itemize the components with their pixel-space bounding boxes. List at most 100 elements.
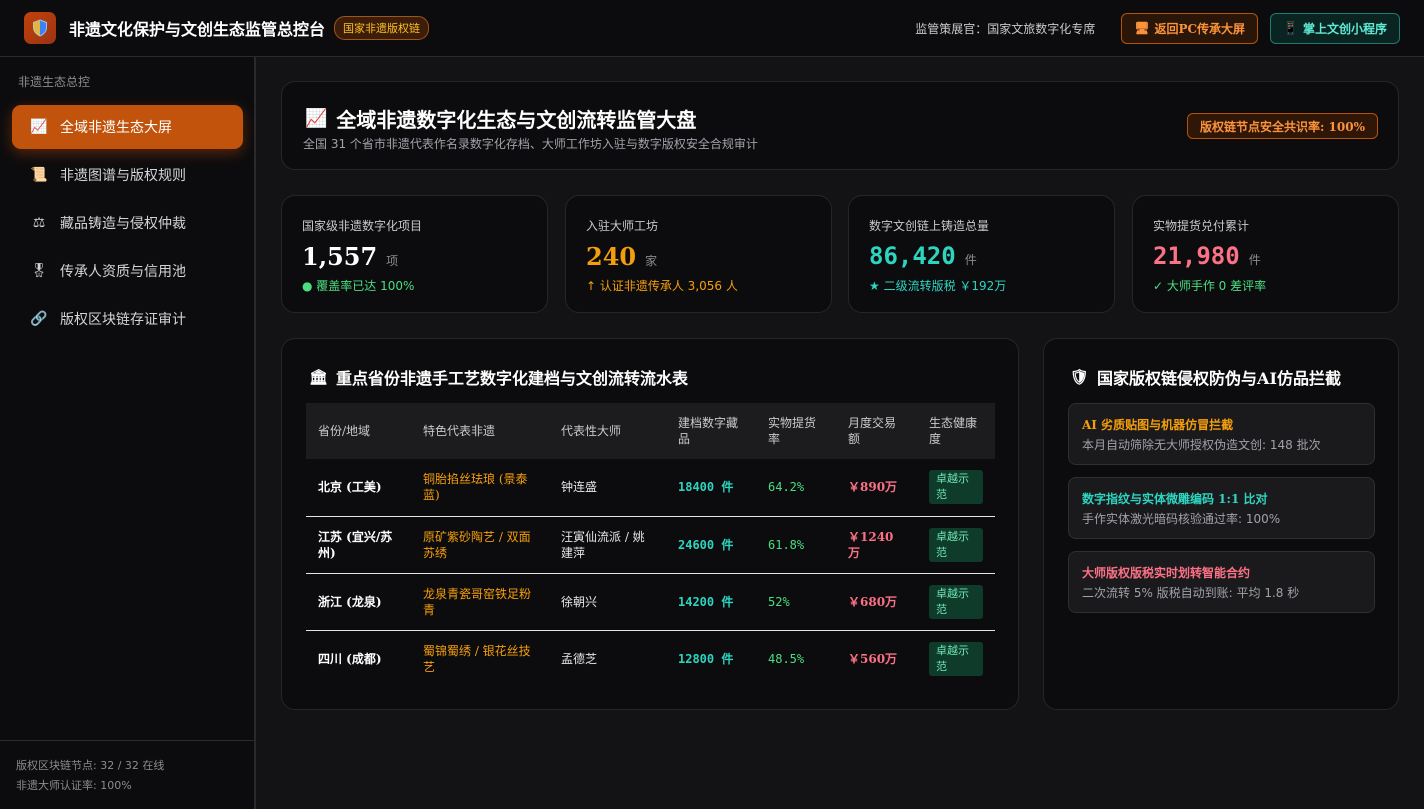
health-badge: 卓越示范: [929, 470, 983, 505]
intercept-card-desc: 手作实体激光暗码核验通过率: 100%: [1082, 512, 1281, 526]
chart-up-icon: 📈: [30, 119, 48, 135]
cell-rate: 48.5%: [768, 651, 805, 666]
node-status: 版权区块链节点: 32 / 32 在线: [16, 759, 165, 772]
cell-province: 四川 (成都): [318, 651, 382, 666]
medal-icon: 🎖: [30, 263, 48, 279]
cell-heritage: 蜀锦蜀绣 / 银花丝技艺: [423, 643, 531, 674]
sidebar-heading: 非遗生态总控: [18, 75, 91, 89]
cell-rate: 61.8%: [756, 516, 836, 574]
intercept-card-desc: 本月自动筛除无大师授权伪造文创: 148 批次: [1082, 438, 1321, 452]
cell-heritage: 原矿紫砂陶艺 / 双面苏绣: [411, 516, 549, 574]
table-row[interactable]: 江苏 (宜兴/苏州) 原矿紫砂陶艺 / 双面苏绣 汪寅仙流派 / 姚建萍 246…: [306, 516, 995, 574]
sidebar-item-copyright-rules[interactable]: 📜 非遗图谱与版权规则: [12, 153, 243, 197]
cell-province: 江苏 (宜兴/苏州): [306, 516, 411, 574]
stat-label: 数字文创链上铸造总量: [869, 219, 990, 233]
sidebar-item-label: 版权区块链存证审计: [60, 312, 186, 328]
intercept-card-royalty[interactable]: 大师版权版税实时划转智能合约 二次流转 5% 版税自动到账: 平均 1.8 秒: [1068, 551, 1375, 613]
stat-label: 入驻大师工坊: [586, 219, 659, 233]
return-pc-button[interactable]: 🖥 返回PC传承大屏: [1121, 12, 1259, 44]
table-header-row: 省份/地域 特色代表非遗 代表性大师 建档数字藏品 实物提货率 月度交易额 生态…: [306, 403, 995, 459]
stat-label: 国家级非遗数字化项目: [302, 219, 423, 233]
cell-master: 孟德芝: [561, 651, 598, 666]
sidebar-item-label: 全域非遗生态大屏: [60, 120, 172, 136]
page-subtitle: 全国 31 个省市非遗代表作名录数字化存档、大师工作坊入驻与数字版权安全合规审计: [303, 137, 758, 151]
table-row[interactable]: 浙江 (龙泉) 龙泉青瓷哥窑铁足粉青 徐朝兴 14200 件 52% ￥680万…: [306, 573, 995, 631]
stat-note: ✓ 大师手作 0 差评率: [1153, 279, 1267, 293]
cell-province: 北京 (工美): [306, 459, 411, 517]
shield-icon: [24, 12, 56, 44]
column-header: 省份/地域: [318, 424, 371, 438]
stat-number: 21,980: [1153, 242, 1240, 270]
intercept-card-desc: 二次流转 5% 版税自动到账: 平均 1.8 秒: [1082, 586, 1300, 600]
stat-label: 实物提货兑付累计: [1153, 219, 1250, 233]
shield-icon: 🛡: [1070, 368, 1090, 386]
cell-rate: 64.2%: [756, 459, 836, 517]
health-badge: 卓越示范: [929, 641, 983, 676]
province-ledger-panel: 🏛 重点省份非遗手工艺数字化建档与文创流转流水表 省份/地域 特色代表非遗 代表…: [281, 338, 1019, 710]
sidebar-item-label: 藏品铸造与侵权仲裁: [60, 216, 186, 232]
curator-label: 监管策展官：国家文旅数字化专席: [915, 21, 1096, 36]
sidebar-item-credit-pool[interactable]: 🎖 传承人资质与信用池: [12, 249, 243, 293]
top-bar: 非遗文化保护与文创生态监管总控台 国家非遗版权链 监管策展官：国家文旅数字化专席…: [0, 0, 1424, 57]
app-title: 非遗文化保护与文创生态监管总控台: [69, 20, 326, 39]
cell-trade: ￥560万: [848, 651, 898, 666]
stat-value: 240 家: [586, 242, 657, 271]
health-badge: 卓越示范: [929, 584, 983, 619]
page-title-text: 全域非遗数字化生态与文创流转监管大盘: [336, 108, 697, 132]
stat-card-workshops: 入驻大师工坊 240 家 ↑ 认证非遗传承人 3,056 人: [565, 195, 832, 313]
intercept-title: 🛡 国家版权链侵权防伪与AI仿品拦截: [1070, 365, 1341, 389]
cell-heritage: 龙泉青瓷哥窑铁足粉青: [411, 573, 549, 631]
cell-master: 钟连盛: [549, 459, 666, 517]
stat-note: ↑ 认证非遗传承人 3,056 人: [586, 279, 738, 293]
sidebar-item-ecosystem-screen[interactable]: 📈 全域非遗生态大屏: [12, 105, 243, 149]
health-badge: 卓越示范: [929, 527, 983, 562]
cell-master: 徐朝兴: [549, 573, 666, 631]
stat-card-projects: 国家级非遗数字化项目 1,557 项 ● 覆盖率已达 100%: [281, 195, 548, 313]
table-row[interactable]: 北京 (工美) 铜胎掐丝珐琅 (景泰蓝) 钟连盛 18400 件 64.2% ￥…: [306, 459, 995, 517]
sidebar: 非遗生态总控 📈 全域非遗生态大屏 📜 非遗图谱与版权规则 ⚖ 藏品铸造与侵权仲…: [0, 57, 256, 809]
column-header: 实物提货率: [768, 416, 817, 446]
stat-value: 86,420 件: [869, 242, 977, 270]
intercept-card-fingerprint[interactable]: 数字指纹与实体微雕编码 1:1 比对 手作实体激光暗码核验通过率: 100%: [1068, 477, 1375, 539]
stat-number: 86,420: [869, 242, 956, 270]
return-pc-label: 返回PC传承大屏: [1154, 21, 1246, 36]
stat-number: 240: [586, 242, 637, 271]
ledger-title: 🏛 重点省份非遗手工艺数字化建档与文创流转流水表: [309, 365, 688, 389]
sidebar-item-label: 传承人资质与信用池: [60, 264, 186, 280]
mini-program-button[interactable]: 📱 掌上文创小程序: [1270, 12, 1400, 44]
intercept-card-title: AI 劣质贴图与机器仿冒拦截: [1082, 418, 1234, 432]
sidebar-item-label: 非遗图谱与版权规则: [60, 168, 186, 184]
column-header: 建档数字藏品: [678, 416, 739, 446]
column-header: 特色代表非遗: [423, 424, 496, 438]
cell-master: 汪寅仙流派 / 姚建萍: [549, 516, 666, 574]
monitor-icon: 🖥: [1134, 21, 1150, 35]
sidebar-item-blockchain-audit[interactable]: 🔗 版权区块链存证审计: [12, 297, 243, 341]
column-header: 代表性大师: [561, 424, 622, 438]
stat-value: 21,980 件: [1153, 242, 1261, 270]
stat-number: 1,557: [302, 242, 378, 271]
certification-rate: 非遗大师认证率: 100%: [16, 779, 132, 792]
cell-items: 12800 件: [678, 651, 734, 666]
stat-unit: 件: [964, 253, 977, 267]
cell-items: 18400 件: [666, 459, 756, 517]
ledger-title-text: 重点省份非遗手工艺数字化建档与文创流转流水表: [336, 369, 689, 388]
cell-trade: ￥1240万: [836, 516, 917, 574]
phone-icon: 📱: [1283, 21, 1298, 35]
stat-unit: 项: [386, 254, 399, 268]
table-row[interactable]: 四川 (成都) 蜀锦蜀绣 / 银花丝技艺 孟德芝 12800 件 48.5% ￥…: [306, 630, 995, 687]
column-header: 生态健康度: [929, 416, 978, 446]
intercept-card-title: 大师版权版税实时划转智能合约: [1082, 566, 1251, 580]
intercept-card-ai-fakes[interactable]: AI 劣质贴图与机器仿冒拦截 本月自动筛除无大师授权伪造文创: 148 批次: [1068, 403, 1375, 465]
chain-badge: 国家非遗版权链: [334, 16, 430, 40]
chart-up-icon: 📈: [305, 108, 328, 129]
link-icon: 🔗: [30, 311, 48, 327]
intercept-title-text: 国家版权链侵权防伪与AI仿品拦截: [1097, 369, 1341, 388]
stat-card-redemption: 实物提货兑付累计 21,980 件 ✓ 大师手作 0 差评率: [1132, 195, 1399, 313]
mini-program-label: 掌上文创小程序: [1302, 21, 1387, 36]
sidebar-item-minting-arbitration[interactable]: ⚖ 藏品铸造与侵权仲裁: [12, 201, 243, 245]
intercept-card-title: 数字指纹与实体微雕编码 1:1 比对: [1082, 492, 1268, 506]
province-table: 省份/地域 特色代表非遗 代表性大师 建档数字藏品 实物提货率 月度交易额 生态…: [306, 403, 995, 687]
sidebar-footer: 版权区块链节点: 32 / 32 在线 非遗大师认证率: 100%: [0, 740, 254, 809]
stat-unit: 家: [645, 254, 658, 268]
cell-items: 24600 件: [666, 516, 756, 574]
